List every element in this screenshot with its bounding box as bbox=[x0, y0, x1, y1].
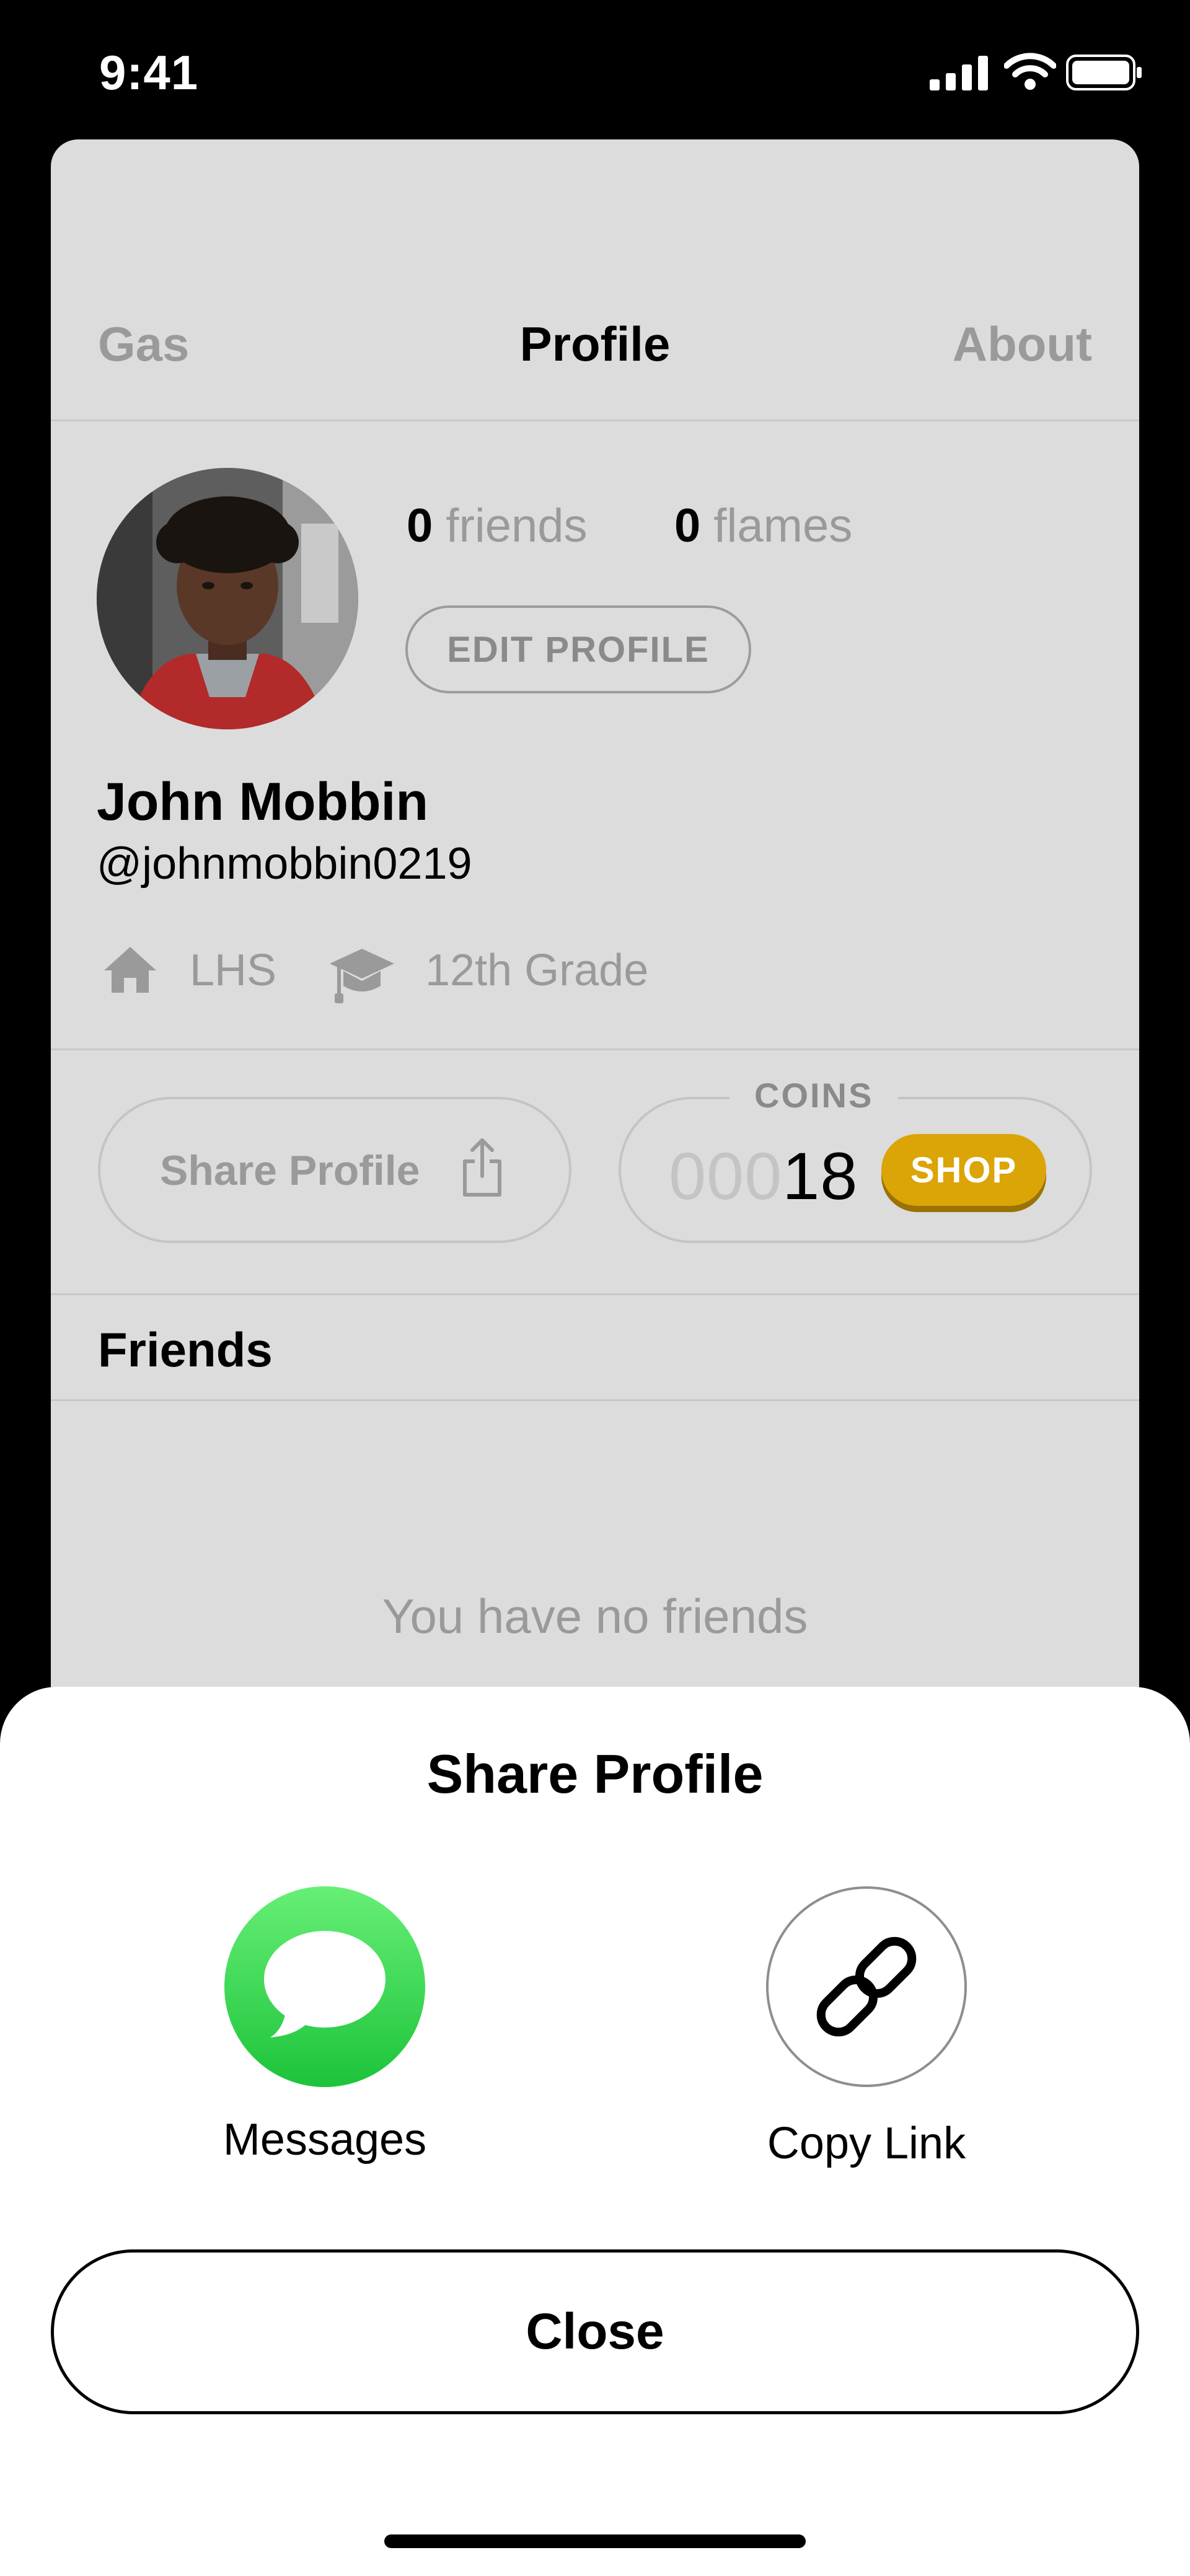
friends-label: friends bbox=[446, 499, 588, 552]
friends-stat[interactable]: 0 friends bbox=[407, 499, 588, 553]
profile-handle: @johnmobbin0219 bbox=[97, 839, 472, 889]
home-indicator bbox=[384, 2534, 806, 2548]
link-icon bbox=[766, 1886, 967, 2087]
flames-label: flames bbox=[713, 499, 853, 552]
battery-icon bbox=[1066, 55, 1142, 90]
empty-friends-message: You have no friends bbox=[382, 1589, 808, 1643]
friends-count: 0 bbox=[407, 499, 433, 552]
coins-counter: 00018 bbox=[669, 1137, 858, 1215]
actions-divider bbox=[51, 1293, 1139, 1295]
coins-label: COINS bbox=[729, 1075, 899, 1115]
messages-option[interactable] bbox=[224, 1886, 425, 2087]
grade-label: 12th Grade bbox=[425, 946, 649, 995]
copy-link-option[interactable] bbox=[765, 1885, 968, 2088]
friends-divider bbox=[51, 1399, 1139, 1401]
signal-icon bbox=[930, 56, 988, 90]
share-sheet-title: Share Profile bbox=[426, 1743, 764, 1805]
edit-profile-button[interactable]: EDIT PROFILE bbox=[405, 605, 751, 693]
info-divider bbox=[51, 1048, 1139, 1050]
flames-count: 0 bbox=[674, 499, 701, 552]
coins-leading-zeros: 000 bbox=[669, 1138, 783, 1213]
shop-button[interactable]: SHOP bbox=[881, 1134, 1046, 1206]
friends-section-title: Friends bbox=[98, 1322, 273, 1377]
avatar[interactable] bbox=[97, 468, 358, 729]
share-icon bbox=[463, 1138, 501, 1197]
tab-about[interactable]: About bbox=[953, 316, 1092, 372]
school-label: LHS bbox=[190, 946, 277, 995]
share-profile-button[interactable]: Share Profile bbox=[98, 1097, 571, 1243]
close-button[interactable]: Close bbox=[51, 2249, 1139, 2414]
flames-stat[interactable]: 0 flames bbox=[674, 499, 852, 553]
status-time: 9:41 bbox=[99, 45, 199, 100]
graduation-cap-icon bbox=[330, 949, 394, 1003]
messages-label: Messages bbox=[223, 2115, 427, 2165]
profile-name: John Mobbin bbox=[97, 772, 428, 832]
header-divider bbox=[51, 420, 1139, 421]
wifi-icon bbox=[1004, 53, 1056, 90]
copy-link-label: Copy Link bbox=[767, 2119, 966, 2168]
house-icon bbox=[104, 947, 156, 993]
messages-icon bbox=[224, 1886, 425, 2087]
share-profile-label: Share Profile bbox=[160, 1147, 420, 1194]
coins-value: 18 bbox=[782, 1138, 858, 1213]
